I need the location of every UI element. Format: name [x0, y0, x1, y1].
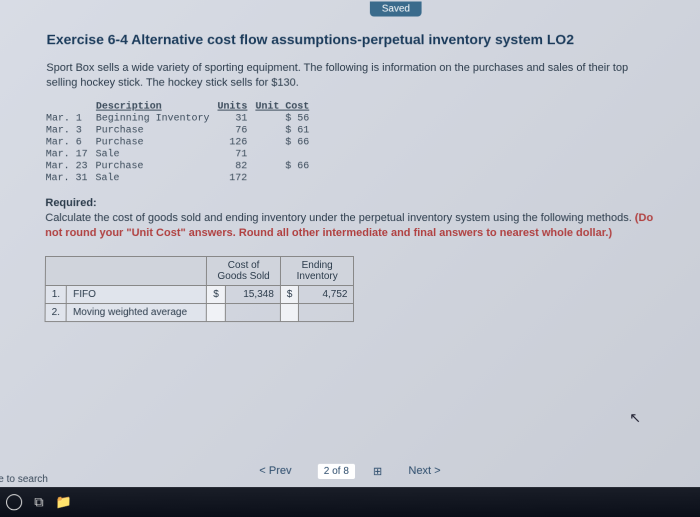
answer-table: Cost of Goods Sold Ending Inventory 1. F…: [45, 256, 355, 322]
fifo-ei-input[interactable]: 4,752: [299, 285, 354, 303]
mwa-cogs-input[interactable]: [225, 303, 280, 321]
exercise-intro: Sport Box sells a wide variety of sporti…: [46, 61, 654, 92]
col-ending-inventory: Ending Inventory: [280, 256, 354, 285]
cortana-icon[interactable]: [6, 494, 22, 510]
row-fifo: FIFO: [67, 285, 207, 303]
page-indicator: 2 of 8: [318, 463, 355, 478]
search-prompt: e to search: [0, 474, 48, 485]
mwa-ei-input[interactable]: [299, 303, 354, 321]
table-row: 1. FIFO $ 15,348 $ 4,752: [45, 285, 354, 303]
fifo-cogs-input[interactable]: 15,348: [225, 285, 280, 303]
next-button[interactable]: Next >: [400, 461, 448, 481]
exercise-title: Exercise 6-4 Alternative cost flow assum…: [46, 31, 653, 47]
cursor-icon: ↖: [629, 409, 641, 426]
row-moving-avg: Moving weighted average: [66, 303, 206, 321]
col-units: Units: [217, 101, 255, 113]
col-cogs: Cost of Goods Sold: [207, 256, 281, 285]
task-view-icon[interactable]: ⧉: [34, 494, 43, 510]
required-text: Calculate the cost of goods sold and end…: [45, 211, 655, 242]
taskbar: ⧉ 📁: [0, 487, 700, 517]
folder-icon[interactable]: 📁: [56, 494, 72, 510]
grid-icon[interactable]: ⊞: [373, 464, 382, 477]
exercise-content: Exercise 6-4 Alternative cost flow assum…: [0, 2, 700, 342]
prev-button[interactable]: < Prev: [251, 461, 299, 481]
col-unit-cost: Unit Cost: [255, 101, 317, 113]
required-label: Required:: [45, 197, 654, 209]
pagination-nav: < Prev 2 of 8 ⊞ Next >: [0, 461, 700, 481]
table-row: 2. Moving weighted average: [45, 303, 354, 321]
transactions-table: Description Units Unit Cost Mar. 1Beginn…: [46, 101, 318, 185]
col-description: Description: [96, 101, 218, 113]
saved-badge: Saved: [370, 2, 422, 17]
